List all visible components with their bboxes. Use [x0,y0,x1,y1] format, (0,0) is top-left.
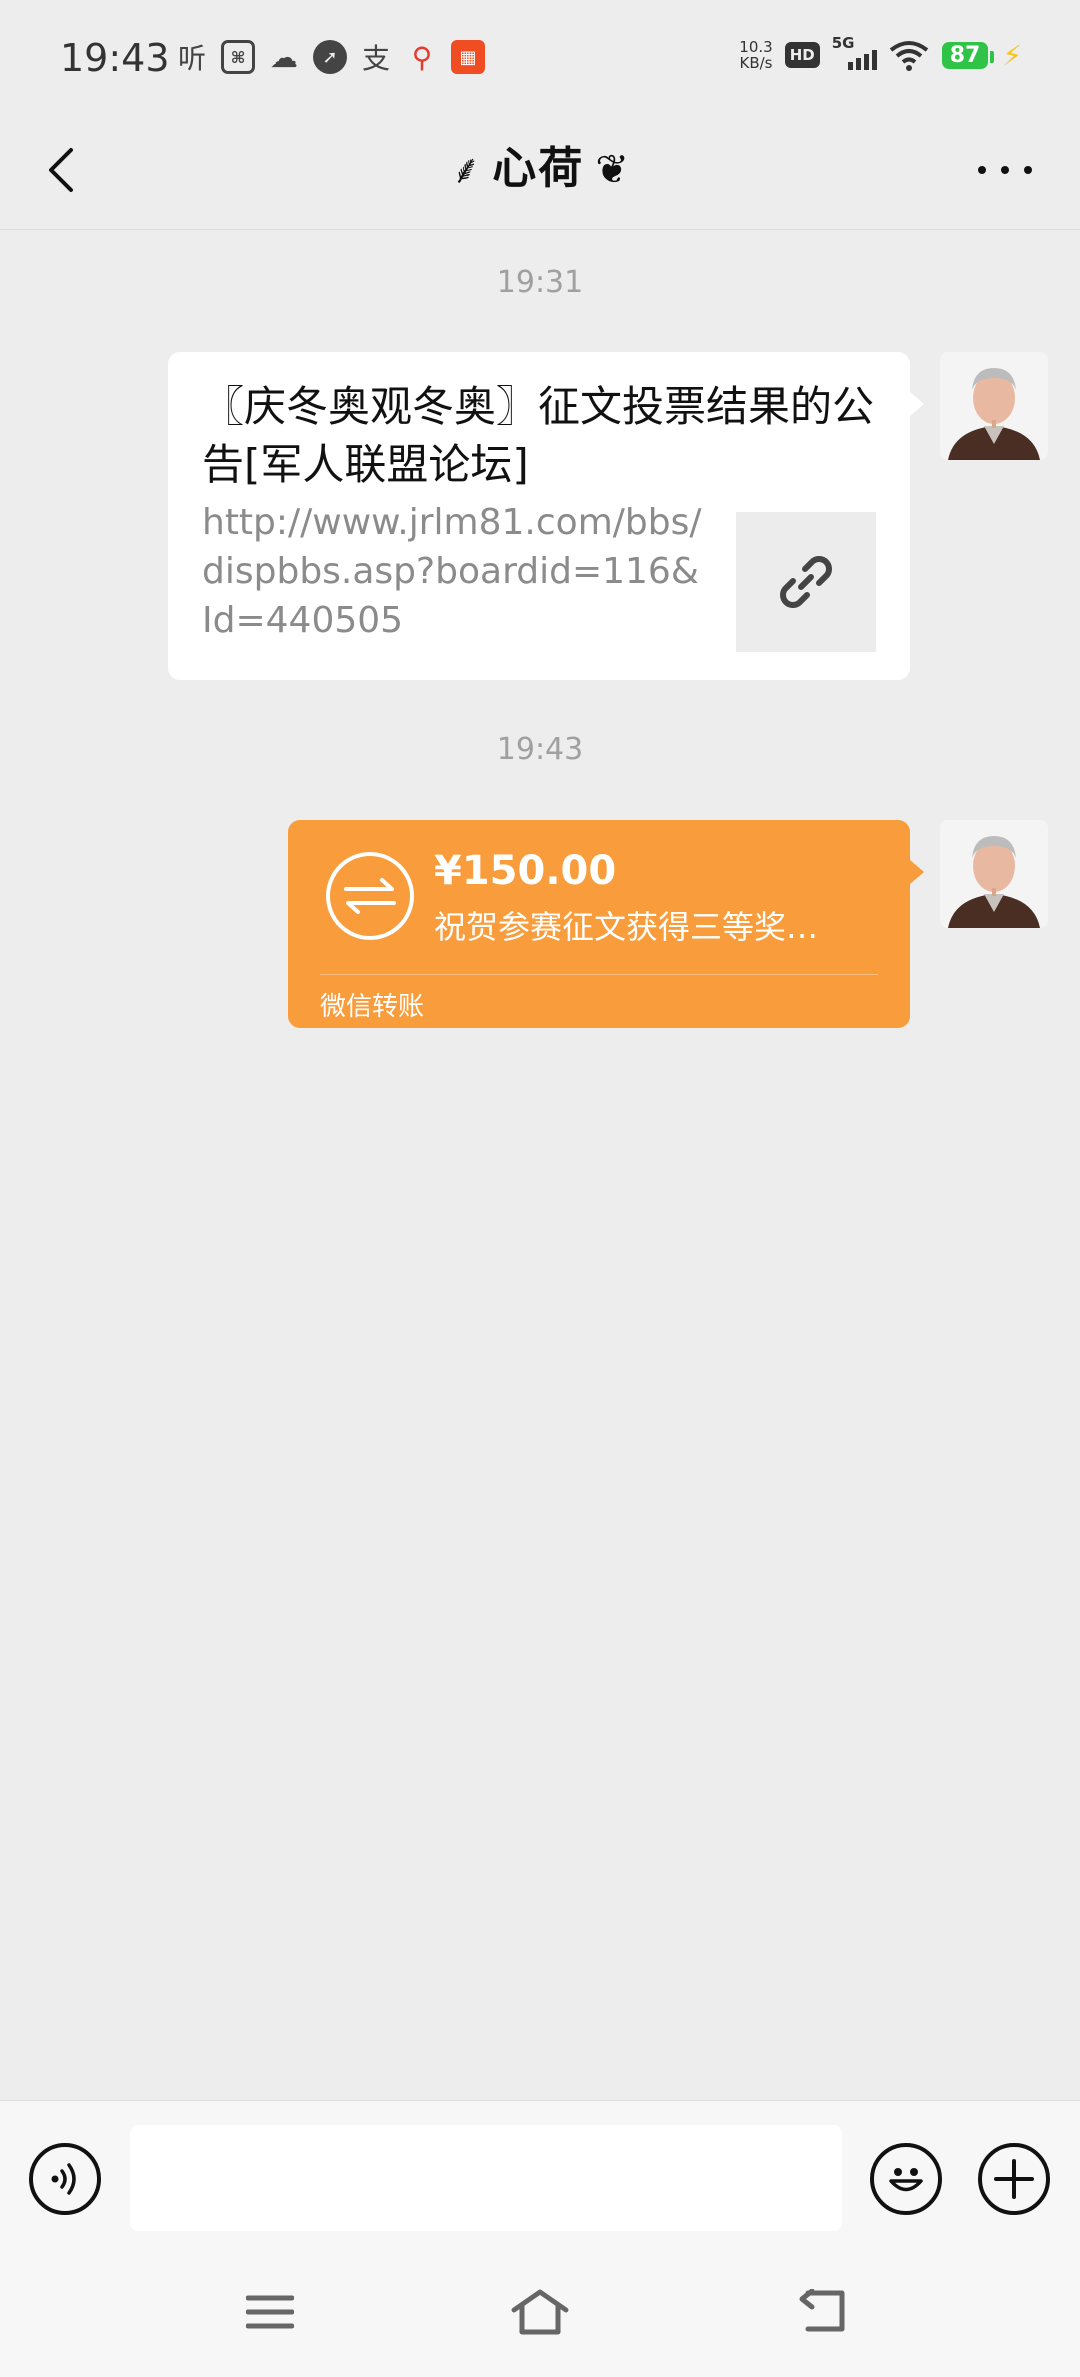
transfer-amount: ¥150.00 [434,848,617,894]
home-button[interactable] [500,2272,580,2352]
input-bar [0,2100,1080,2250]
more-button[interactable] [970,148,1040,192]
hd-badge: HD [784,42,820,68]
emoji-button[interactable] [870,2143,942,2215]
chat-screen: 19:43 听 ⌘ ☁ ➚ 支 ⚲ ▦ 10.3 KB/s HD 5G 87 ⚡… [0,0,1080,2377]
system-indicators: 10.3 KB/s HD 5G 87 ⚡ [739,34,1022,72]
network-speed-value: 10.3 [739,38,773,56]
status-time: 19:43 [60,36,170,80]
plus-icon [994,2159,1034,2199]
home-icon [511,2289,569,2335]
app-grid-icon: ▦ [451,40,485,74]
back-nav-icon [799,2289,845,2332]
transfer-label: 微信转账 [320,992,425,1022]
compass-icon: ➚ [313,40,347,74]
location-pin-icon: ⚲ [411,40,433,74]
message-timestamp: 19:43 [496,732,584,767]
avatar[interactable] [940,352,1048,460]
network-speed-unit: KB/s [739,54,773,72]
voice-icon [51,2163,76,2195]
link-icon [780,556,832,608]
link-title: 〖庆冬奥观冬奥〗征文投票结果的公告[军人联盟论坛] [202,382,875,489]
title-ornament-left: ⸙ [451,147,482,193]
avatar-portrait [940,820,1048,928]
bubble-tail [910,860,924,884]
menu-button[interactable] [230,2272,310,2352]
wifi-icon [889,41,928,71]
message-input[interactable] [130,2125,842,2231]
network-speed: 10.3 KB/s [739,39,772,71]
back-nav-button[interactable] [784,2272,864,2352]
battery-indicator: 87 [941,41,994,69]
transfer-message-card[interactable]: ¥150.00 祝贺参赛征文获得三等奖… 微信转账 [288,820,924,1028]
transfer-arrows-icon [326,852,414,940]
charging-icon: ⚡ [1002,38,1022,72]
title-ornament-right: ❦ [595,147,629,193]
menu-icon [246,2295,294,2329]
transfer-note: 祝贺参赛征文获得三等奖… [434,908,819,946]
system-nav-bar [0,2250,1080,2377]
link-url: http://www.jrlm81.com/bbs/dispbbs.asp?bo… [202,502,702,641]
chat-header: ⸙ 心荷 ❦ [0,110,1080,230]
emoji-icon [889,2168,923,2192]
message-timestamp: 19:31 [496,265,584,300]
plus-button[interactable] [978,2143,1050,2215]
link-thumbnail [736,512,876,652]
cloud-icon: ☁ [270,40,298,74]
transfer-divider [320,974,878,975]
sb-app-icon: ⌘ [221,40,255,74]
chat-title: 心荷 [492,143,585,194]
voice-button[interactable] [29,2143,101,2215]
listen-icon: 听 [177,42,206,75]
avatar[interactable] [940,820,1048,928]
avatar-portrait [940,352,1048,460]
chat-title-wrap: ⸙ 心荷 ❦ [0,132,1080,196]
link-message-card[interactable]: 〖庆冬奥观冬奥〗征文投票结果的公告[军人联盟论坛] http://www.jrl… [168,352,924,680]
alipay-icon: 支 [361,42,390,75]
signal-icon: 5G [832,34,877,72]
status-bar: 19:43 听 ⌘ ☁ ➚ 支 ⚲ ▦ 10.3 KB/s HD 5G 87 ⚡ [0,0,1080,110]
bubble-tail [910,392,924,416]
more-dots-icon [978,166,986,174]
notification-icons: 听 ⌘ ☁ ➚ 支 ⚲ ▦ [175,40,485,75]
